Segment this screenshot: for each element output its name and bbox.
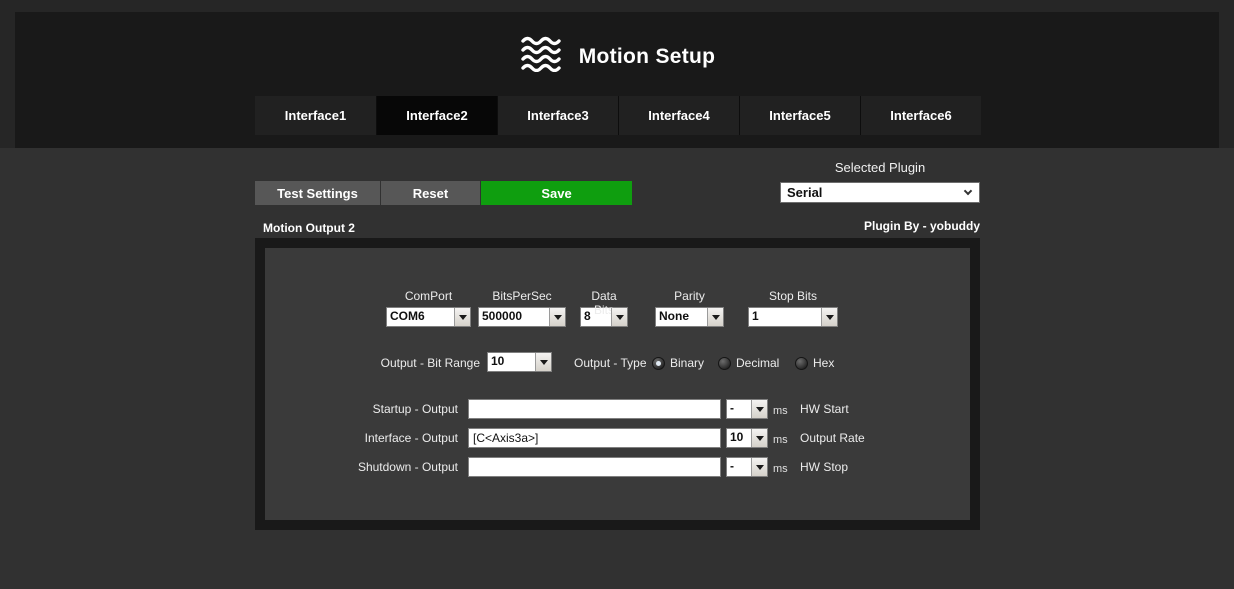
radio-icon — [652, 357, 665, 370]
hw-stop-label: HW Stop — [800, 457, 848, 477]
motion-output-panel — [255, 238, 980, 530]
radio-icon — [795, 357, 808, 370]
radio-binary-label: Binary — [670, 356, 704, 370]
comport-select[interactable]: COM6 — [386, 307, 471, 327]
databits-select[interactable]: 8 — [580, 307, 628, 327]
dropdown-arrow-icon[interactable] — [707, 308, 723, 326]
field-parity: Parity None — [655, 289, 724, 327]
startup-unit-label: ms — [773, 405, 788, 417]
panel-title: Motion Output 2 — [263, 221, 355, 235]
radio-icon — [718, 357, 731, 370]
shutdown-output-row: Shutdown - Output - ms HW Stop — [0, 457, 1234, 479]
databits-label: Data Bits — [580, 289, 628, 304]
waves-icon — [519, 36, 565, 77]
startup-output-row: Startup - Output - ms HW Start — [0, 399, 1234, 421]
startup-rate-select[interactable]: - — [726, 399, 768, 419]
dropdown-arrow-icon[interactable] — [751, 429, 767, 447]
shutdown-rate-select[interactable]: - — [726, 457, 768, 477]
parity-select[interactable]: None — [655, 307, 724, 327]
radio-decimal[interactable]: Decimal — [718, 356, 779, 370]
motion-setup-window: Motion Setup Interface1 Interface2 Inter… — [0, 0, 1234, 589]
dropdown-arrow-icon[interactable] — [454, 308, 470, 326]
comport-label: ComPort — [386, 289, 471, 304]
stopbits-label: Stop Bits — [748, 289, 838, 304]
bitspersec-value: 500000 — [479, 308, 549, 326]
interface-output-label: Interface - Output — [300, 428, 458, 448]
startup-output-label: Startup - Output — [300, 399, 458, 419]
tab-interface6[interactable]: Interface6 — [860, 96, 981, 135]
dropdown-arrow-icon[interactable] — [751, 400, 767, 418]
interface-unit-label: ms — [773, 434, 788, 446]
tab-interface4[interactable]: Interface4 — [618, 96, 739, 135]
field-stopbits: Stop Bits 1 — [748, 289, 838, 327]
shutdown-rate-value: - — [727, 458, 751, 476]
shutdown-output-input[interactable] — [468, 457, 721, 477]
tab-interface5[interactable]: Interface5 — [739, 96, 860, 135]
tab-interface2[interactable]: Interface2 — [376, 96, 497, 135]
bitspersec-select[interactable]: 500000 — [478, 307, 566, 327]
field-comport: ComPort COM6 — [386, 289, 471, 327]
plugin-select[interactable]: Serial — [780, 182, 980, 203]
field-bitspersec: BitsPerSec 500000 — [478, 289, 566, 327]
tab-interface3[interactable]: Interface3 — [497, 96, 618, 135]
chevron-down-icon — [964, 187, 972, 195]
parity-value: None — [656, 308, 707, 326]
tab-interface1[interactable]: Interface1 — [255, 96, 376, 135]
startup-output-input[interactable] — [468, 399, 721, 419]
bit-range-value: 10 — [488, 353, 535, 371]
page-title: Motion Setup — [579, 45, 716, 69]
radio-hex[interactable]: Hex — [795, 356, 834, 370]
output-rate-label: Output Rate — [800, 428, 865, 448]
title-row: Motion Setup — [0, 36, 1234, 77]
dropdown-arrow-icon[interactable] — [611, 308, 627, 326]
startup-rate-value: - — [727, 400, 751, 418]
stopbits-select[interactable]: 1 — [748, 307, 838, 327]
bit-range-select[interactable]: 10 — [487, 352, 552, 372]
hw-start-label: HW Start — [800, 399, 849, 419]
interface-rate-value: 10 — [727, 429, 751, 447]
dropdown-arrow-icon[interactable] — [751, 458, 767, 476]
plugin-select-value: Serial — [781, 185, 965, 200]
shutdown-output-label: Shutdown - Output — [300, 457, 458, 477]
comport-value: COM6 — [387, 308, 454, 326]
selected-plugin-label: Selected Plugin — [780, 160, 980, 175]
shutdown-unit-label: ms — [773, 463, 788, 475]
test-settings-button[interactable]: Test Settings — [255, 181, 380, 205]
dropdown-arrow-icon[interactable] — [821, 308, 837, 326]
databits-value: 8 — [581, 308, 611, 326]
radio-hex-label: Hex — [813, 356, 834, 370]
interface-output-input[interactable] — [468, 428, 721, 448]
dropdown-arrow-icon[interactable] — [549, 308, 565, 326]
save-button[interactable]: Save — [481, 181, 632, 205]
radio-decimal-label: Decimal — [736, 356, 779, 370]
interface-rate-select[interactable]: 10 — [726, 428, 768, 448]
field-databits: Data Bits 8 — [580, 289, 628, 327]
plugin-credit: Plugin By - yobuddy — [730, 219, 980, 233]
interface-tabs: Interface1 Interface2 Interface3 Interfa… — [255, 96, 981, 135]
bit-range-label: Output - Bit Range — [332, 353, 480, 373]
parity-label: Parity — [655, 289, 724, 304]
radio-binary[interactable]: Binary — [652, 356, 704, 370]
bitspersec-label: BitsPerSec — [478, 289, 566, 304]
interface-output-row: Interface - Output 10 ms Output Rate — [0, 428, 1234, 450]
dropdown-arrow-icon[interactable] — [535, 353, 551, 371]
stopbits-value: 1 — [749, 308, 821, 326]
reset-button[interactable]: Reset — [381, 181, 480, 205]
output-type-label: Output - Type — [574, 353, 647, 373]
